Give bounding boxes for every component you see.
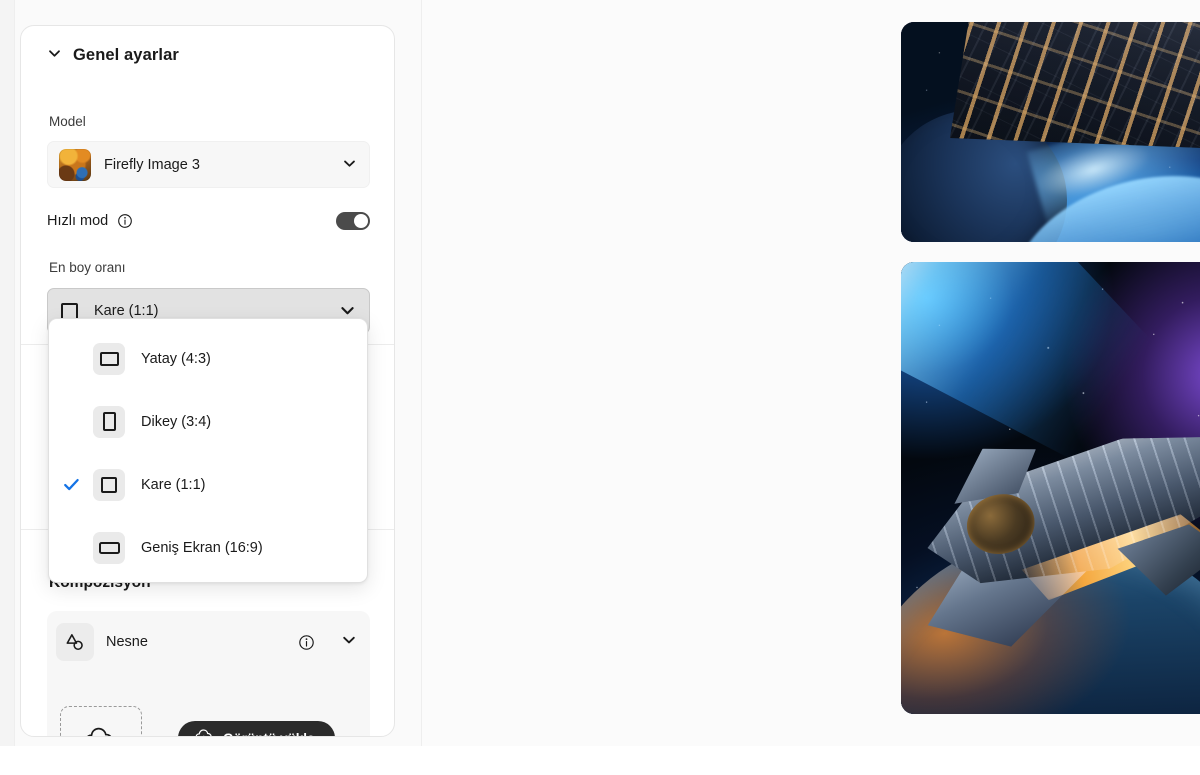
result-image-card-2[interactable] [901,262,1200,714]
panel-canvas-divider [421,0,422,746]
cloud-upload-icon [84,724,118,736]
image-dropzone[interactable] [60,706,142,736]
chevron-down-icon [342,156,357,173]
generated-image-1 [901,22,1200,242]
aspect-option-label: Dikey (3:4) [141,413,212,430]
page-title: Genel ayarlar [73,46,179,64]
generated-image-2 [901,262,1200,714]
result-image-card-1[interactable] [901,22,1200,242]
model-select[interactable]: Firefly Image 3 [47,141,370,188]
aspect-option-widescreen[interactable]: Geniş Ekran (16:9) [49,516,367,579]
aspect-option-label: Geniş Ekran (16:9) [141,539,263,556]
square-icon [61,302,78,320]
aspect-option-square[interactable]: Kare (1:1) [49,453,367,516]
upload-image-button-label: Görüntü yükle [223,731,315,737]
portrait-icon [93,405,125,438]
quick-mode-label: Hızlı mod [47,213,109,229]
square-icon [93,468,125,501]
landscape-icon [93,342,125,375]
shapes-icon [56,623,94,661]
aspect-ratio-value: Kare (1:1) [94,303,159,319]
firefly-model-thumbnail [59,148,91,181]
info-icon[interactable] [117,213,133,229]
composition-card-title: Nesne [106,634,148,650]
aspect-option-label: Kare (1:1) [141,476,206,493]
aspect-ratio-label: En boy oranı [49,260,126,275]
aspect-option-landscape[interactable]: Yatay (4:3) [49,327,367,390]
chevron-down-icon [47,46,62,65]
left-rail-background [0,0,14,746]
widescreen-icon [93,531,125,564]
aspect-option-label: Yatay (4:3) [141,350,211,367]
aspect-ratio-dropdown-menu: Yatay (4:3) Dikey (3:4) Kare (1:1) Geniş… [48,318,368,583]
checkmark-icon [49,475,93,494]
quick-mode-toggle[interactable] [336,212,370,230]
rail-divider [14,0,15,746]
composition-card-header[interactable]: Nesne [56,620,361,664]
panel-header[interactable]: Genel ayarlar [47,46,179,65]
model-select-value: Firefly Image 3 [104,156,200,173]
quick-mode-row: Hızlı mod [47,206,370,236]
upload-image-button[interactable]: Görüntü yükle [178,721,335,737]
model-label: Model [49,114,86,129]
composition-card: Nesne [47,611,370,737]
cloud-upload-icon [194,727,214,736]
aspect-option-portrait[interactable]: Dikey (3:4) [49,390,367,453]
info-icon[interactable] [297,633,315,651]
chevron-down-icon[interactable] [341,632,357,653]
bottom-strip [0,746,1200,775]
app-screen: Genel ayarlar Model Firefly Image 3 Hızl… [0,0,1200,775]
